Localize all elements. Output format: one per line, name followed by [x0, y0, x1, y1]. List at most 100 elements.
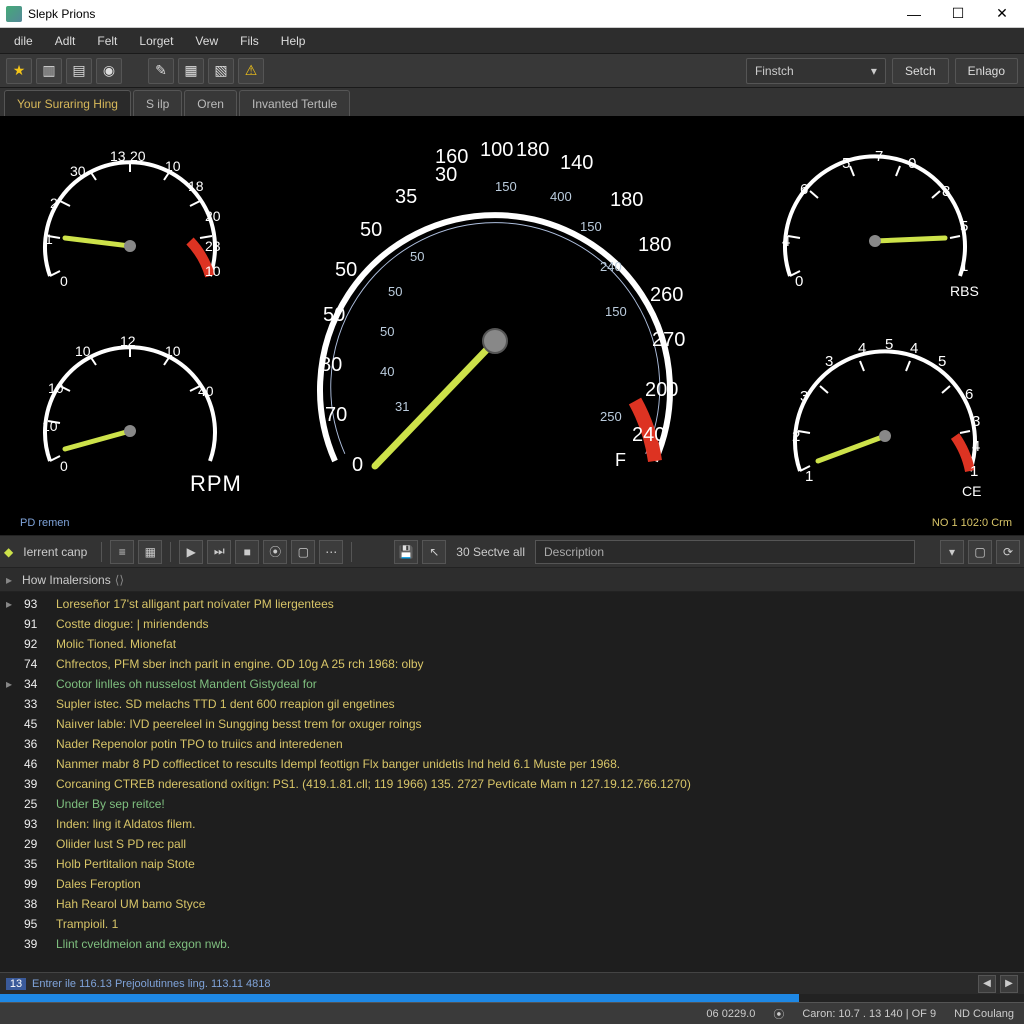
maximize-button[interactable]: ☐ — [936, 0, 980, 28]
log-row[interactable]: 39Llint cveldmeion and exgon nwb. — [0, 934, 1024, 954]
expand-arrow-icon[interactable] — [6, 734, 16, 754]
log-row[interactable]: 93Inden: ling it Aldatos filem. — [0, 814, 1024, 834]
menu-view[interactable]: Vew — [185, 30, 228, 52]
log-row[interactable]: 35Holb Pertitalion naip Stote — [0, 854, 1024, 874]
screens-icon[interactable]: ▥ — [36, 58, 62, 84]
log-row[interactable]: 92Molic Tioned. Mionefat — [0, 634, 1024, 654]
more-icon[interactable]: ⋯ — [319, 540, 343, 564]
svg-text:F: F — [615, 450, 626, 470]
expand-arrow-icon[interactable] — [6, 854, 16, 874]
log-row[interactable]: 38Hah Rearol UM bamo Styce — [0, 894, 1024, 914]
svg-text:8: 8 — [942, 183, 950, 200]
menu-file[interactable]: dile — [4, 30, 43, 52]
log-row[interactable]: 91Costte diogue: | miriendends — [0, 614, 1024, 634]
tab-silp[interactable]: S ilp — [133, 90, 182, 116]
cursor-icon[interactable]: ↖ — [422, 540, 446, 564]
skip-icon[interactable]: ⏭ — [207, 540, 231, 564]
svg-text:50: 50 — [323, 304, 345, 326]
svg-text:50: 50 — [388, 284, 402, 299]
expand-arrow-icon[interactable] — [6, 934, 16, 954]
tab-oren[interactable]: Oren — [184, 90, 237, 116]
log-row[interactable]: 45Naiıver lable: IVD peereleel in Sunggi… — [0, 714, 1024, 734]
svg-text:5: 5 — [842, 155, 850, 172]
list-icon[interactable]: ≡ — [110, 540, 134, 564]
svg-text:200: 200 — [645, 379, 678, 401]
svg-text:150: 150 — [605, 304, 627, 319]
expand-arrow-icon[interactable]: ▸ — [6, 594, 16, 614]
description-search[interactable]: Description — [535, 540, 915, 564]
log-row[interactable]: 39Corcaning CTREB nderesationd oxítign: … — [0, 774, 1024, 794]
panel-tab-imalersions[interactable]: How Imalersions ⟨⟩ — [22, 573, 124, 587]
status-right: ND Coulang — [954, 1008, 1014, 1020]
command-input[interactable]: Entrer ile 116.13 Prejoolutinnes ling. 1… — [32, 978, 972, 990]
tab-invanted[interactable]: Invanted Tertule — [239, 90, 350, 116]
record-icon[interactable]: ⦿ — [263, 540, 287, 564]
save-icon[interactable]: 💾 — [394, 540, 418, 564]
monitor-icon[interactable]: ▢ — [291, 540, 315, 564]
svg-text:31: 31 — [395, 399, 409, 414]
expand-arrow-icon[interactable] — [6, 814, 16, 834]
expand-arrow-icon[interactable] — [6, 694, 16, 714]
expand-arrow-icon[interactable] — [6, 794, 16, 814]
expand-arrow-icon[interactable] — [6, 654, 16, 674]
svg-text:70: 70 — [325, 404, 347, 426]
log-row[interactable]: 74Chfrectos, PFM sber inch parit in engi… — [0, 654, 1024, 674]
expand-arrow-icon[interactable] — [6, 754, 16, 774]
log-row[interactable]: 99Dales Feroption — [0, 874, 1024, 894]
menu-help[interactable]: Help — [271, 30, 316, 52]
log-row[interactable]: 29Oliider lust S PD rec pall — [0, 834, 1024, 854]
expand-arrow-icon[interactable] — [6, 914, 16, 934]
svg-text:7: 7 — [875, 148, 883, 165]
devices-icon[interactable]: ▤ — [66, 58, 92, 84]
expand-arrow-icon[interactable] — [6, 874, 16, 894]
menu-edit[interactable]: Adlt — [45, 30, 86, 52]
log-row[interactable]: 33Supler istec. SD melachs TTD 1 dent 60… — [0, 694, 1024, 714]
log-row[interactable]: 95Trampioil. 1 — [0, 914, 1024, 934]
box-icon[interactable]: ▢ — [968, 540, 992, 564]
expand-arrow-icon[interactable] — [6, 614, 16, 634]
brush-icon[interactable]: ✎ — [148, 58, 174, 84]
globe-icon[interactable]: ◉ — [96, 58, 122, 84]
minimize-button[interactable]: — — [892, 0, 936, 28]
log-text: Corcaning CTREB nderesationd oxítign: PS… — [56, 774, 691, 794]
menu-lorget[interactable]: Lorget — [129, 30, 183, 52]
next-icon[interactable]: ▶ — [1000, 975, 1018, 993]
expand-arrow-icon[interactable] — [6, 894, 16, 914]
warning-icon[interactable]: ⚠ — [238, 58, 264, 84]
layers-icon[interactable]: ▦ — [178, 58, 204, 84]
svg-text:2: 2 — [50, 195, 58, 211]
log-list[interactable]: ▸93Loreseñor 17'st alligant part noívate… — [0, 592, 1024, 972]
expand-arrow-icon[interactable] — [6, 774, 16, 794]
expand-arrow-icon[interactable] — [6, 834, 16, 854]
stop-icon[interactable]: ■ — [235, 540, 259, 564]
main-toolbar: ★ ▥ ▤ ◉ ✎ ▦ ▧ ⚠ Finstch ▾ Setch Enlago — [0, 54, 1024, 88]
log-id: 46 — [24, 754, 48, 774]
prev-icon[interactable]: ◀ — [978, 975, 996, 993]
menu-felt[interactable]: Felt — [87, 30, 127, 52]
menu-fils[interactable]: Fils — [230, 30, 269, 52]
mode-dropdown[interactable]: Finstch ▾ — [746, 58, 886, 84]
enlago-button[interactable]: Enlago — [955, 58, 1018, 84]
log-id: 38 — [24, 894, 48, 914]
close-button[interactable]: ✕ — [980, 0, 1024, 28]
expand-arrow-icon[interactable] — [6, 634, 16, 654]
favorite-icon[interactable]: ★ — [6, 58, 32, 84]
window-title: Slepk Prions — [28, 7, 95, 21]
log-row[interactable]: ▸34Cootor linlles oh nusselost Mandent G… — [0, 674, 1024, 694]
log-row[interactable]: 25Under By sep reitce! — [0, 794, 1024, 814]
log-row[interactable]: ▸93Loreseñor 17'st alligant part noívate… — [0, 594, 1024, 614]
refresh-icon[interactable]: ⟳ — [996, 540, 1020, 564]
expand-arrow-icon[interactable] — [6, 714, 16, 734]
svg-text:180: 180 — [516, 139, 549, 161]
filter-icon[interactable]: ▾ — [940, 540, 964, 564]
setch-button[interactable]: Setch — [892, 58, 949, 84]
layers2-icon[interactable]: ▧ — [208, 58, 234, 84]
log-row[interactable]: 36Nader Repenolor potin TPO to truiics a… — [0, 734, 1024, 754]
dropdown-label: Finstch — [755, 64, 794, 78]
play-icon[interactable]: ▶ — [179, 540, 203, 564]
tab-your-suraring[interactable]: Your Suraring Hing — [4, 90, 131, 116]
log-id: 93 — [24, 594, 48, 614]
log-row[interactable]: 46Nanmer mabr 8 PD coffiecticet to rescu… — [0, 754, 1024, 774]
grid-icon[interactable]: ▦ — [138, 540, 162, 564]
expand-arrow-icon[interactable]: ▸ — [6, 674, 16, 694]
